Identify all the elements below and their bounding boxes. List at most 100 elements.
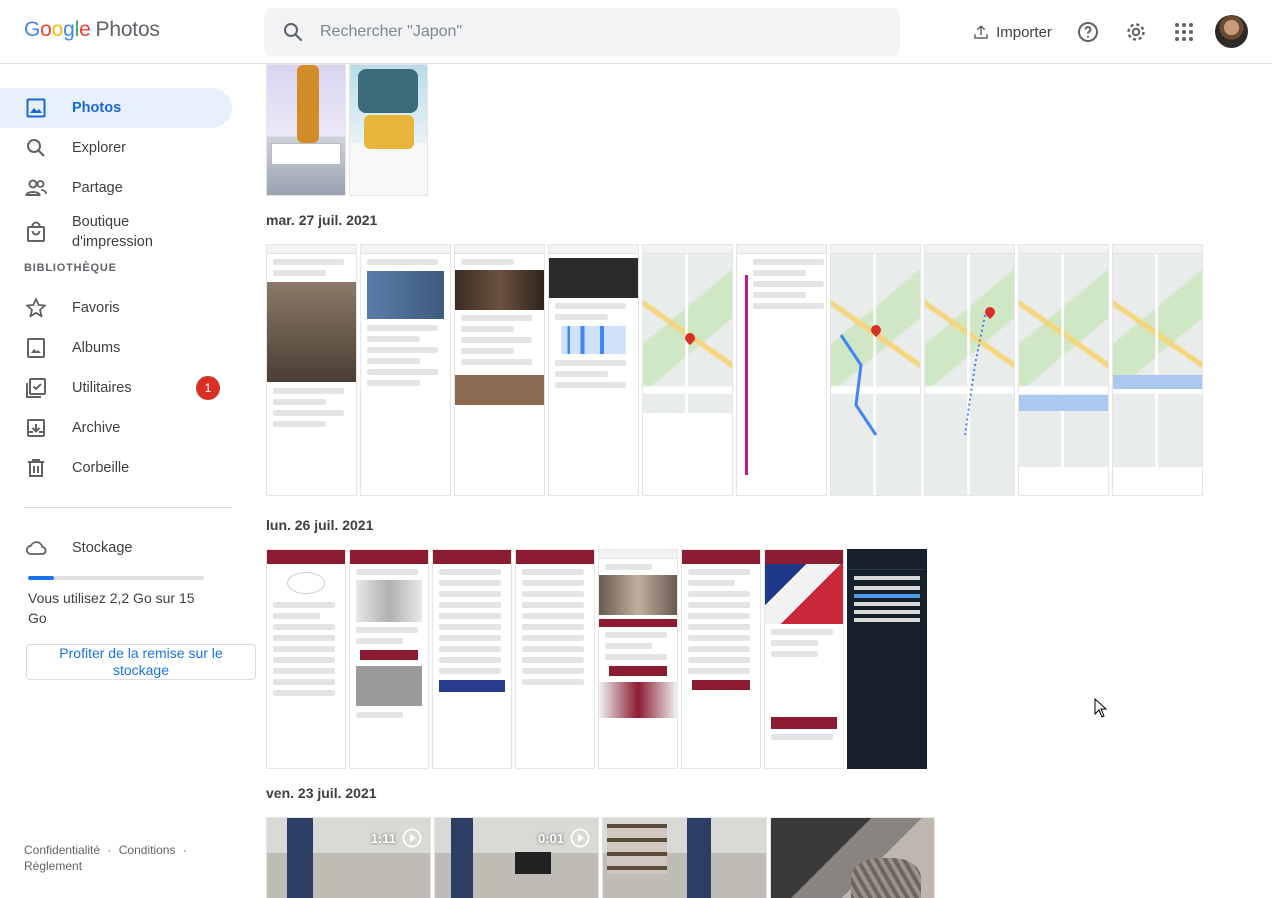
library-heading: BIBLIOTHÈQUE	[24, 262, 117, 274]
sidebar-item-label: Partage	[72, 180, 123, 196]
sidebar-item-label: Utilitaires	[72, 380, 132, 396]
separator: ·	[182, 843, 187, 857]
storage-usage-text: Vous utilisez 2,2 Go sur 15 Go	[28, 590, 195, 626]
settings-button[interactable]	[1116, 12, 1156, 52]
policy-link[interactable]: Règlement	[24, 859, 82, 873]
photos-icon	[26, 98, 46, 118]
import-button[interactable]: Importer	[962, 12, 1062, 52]
photo-thumbnail[interactable]	[349, 64, 428, 196]
top-app-bar: GooglePhotos Importer	[0, 0, 1272, 64]
map-screenshot-thumbnail[interactable]	[1112, 244, 1203, 496]
account-avatar[interactable]	[1215, 15, 1248, 48]
star-icon	[26, 298, 46, 318]
product-name: Photos	[95, 18, 160, 41]
terms-link[interactable]: Conditions	[119, 843, 176, 857]
separator: ·	[107, 843, 112, 857]
notification-badge: 1	[196, 376, 220, 400]
video-duration: 0:01	[538, 828, 590, 848]
photo-thumbnail[interactable]	[770, 817, 935, 898]
apps-button[interactable]	[1164, 12, 1204, 52]
date-header: lun. 26 juil. 2021	[266, 517, 374, 533]
sidebar-item-favorites[interactable]: Favoris	[0, 288, 232, 328]
photo-grid: mar. 27 juil. 2021 lun. 26 juil. 2021 ve…	[256, 64, 1272, 898]
sidebar-item-sharing[interactable]: Partage	[0, 168, 232, 208]
video-duration: 1:11	[371, 828, 422, 848]
mouse-cursor-icon	[1094, 698, 1108, 718]
sidebar-item-storage[interactable]: Stockage	[0, 528, 232, 568]
screenshot-thumbnail[interactable]	[266, 549, 346, 769]
search-icon[interactable]	[281, 20, 305, 44]
google-photos-logo[interactable]: Google Photos	[24, 18, 160, 42]
people-icon	[25, 179, 47, 196]
sidebar-item-albums[interactable]: Albums	[0, 328, 232, 368]
screenshot-thumbnail[interactable]	[847, 549, 927, 769]
utilities-icon	[26, 378, 46, 398]
upload-icon	[974, 25, 988, 39]
search-bar[interactable]	[264, 8, 900, 56]
logo-letter: o	[51, 18, 64, 41]
screenshot-thumbnail[interactable]	[454, 244, 545, 496]
help-button[interactable]	[1068, 12, 1108, 52]
settings-icon	[1127, 23, 1145, 41]
sidebar: Photos Explorer Partage Boutique d'impre…	[0, 64, 256, 898]
sidebar-divider	[24, 507, 232, 508]
video-duration-text: 1:11	[370, 830, 396, 846]
screenshot-thumbnail[interactable]	[681, 549, 761, 769]
logo-letter: o	[40, 18, 52, 41]
screenshot-thumbnail[interactable]	[764, 549, 844, 769]
privacy-link[interactable]: Confidentialité	[24, 843, 100, 857]
archive-icon	[27, 419, 45, 437]
help-icon	[1078, 22, 1098, 42]
sidebar-item-photos[interactable]: Photos	[0, 88, 232, 128]
screenshot-thumbnail[interactable]	[548, 244, 639, 496]
sidebar-item-trash[interactable]: Corbeille	[0, 448, 232, 488]
sidebar-footer: Confidentialité · Conditions · Règlement	[24, 842, 234, 874]
play-icon	[402, 828, 422, 848]
logo-letter: G	[24, 18, 41, 41]
date-header: ven. 23 juil. 2021	[266, 785, 377, 801]
sidebar-item-archive[interactable]: Archive	[0, 408, 232, 448]
screenshot-thumbnail[interactable]	[432, 549, 512, 769]
map-screenshot-thumbnail[interactable]	[924, 244, 1015, 496]
storage-promo-button[interactable]: Profiter de la remise sur le stockage	[26, 644, 256, 680]
sidebar-item-label: Explorer	[72, 140, 126, 156]
video-duration-text: 0:01	[537, 830, 564, 846]
import-label: Importer	[996, 23, 1052, 41]
cloud-icon	[25, 541, 47, 555]
map-screenshot-thumbnail[interactable]	[830, 244, 921, 496]
sidebar-item-utilities[interactable]: Utilitaires 1	[0, 368, 232, 408]
screenshot-thumbnail[interactable]	[349, 549, 429, 769]
apps-icon	[1175, 23, 1193, 41]
screenshot-thumbnail[interactable]	[266, 244, 357, 496]
logo-letter: g	[63, 18, 75, 41]
sidebar-item-label: Corbeille	[72, 460, 130, 476]
storage-usage-bar	[28, 576, 204, 580]
photo-thumbnail[interactable]	[602, 817, 767, 898]
photo-thumbnail[interactable]	[266, 64, 346, 196]
storage-usage-fill	[28, 576, 54, 580]
date-header: mar. 27 juil. 2021	[266, 212, 378, 228]
shopping-bag-icon	[27, 221, 45, 242]
video-thumbnail[interactable]: 1:11	[266, 817, 431, 898]
sidebar-item-label: Boutique d'impression	[72, 214, 153, 250]
logo-letter: e	[79, 18, 91, 41]
map-screenshot-thumbnail[interactable]	[642, 244, 733, 496]
sidebar-item-print-store[interactable]: Boutique d'impression	[0, 208, 232, 256]
sidebar-item-label: Stockage	[72, 540, 133, 556]
sidebar-item-explore[interactable]: Explorer	[0, 128, 232, 168]
sidebar-item-label: Archive	[72, 420, 121, 436]
search-icon	[27, 139, 45, 157]
screenshot-thumbnail[interactable]	[360, 244, 451, 496]
sidebar-item-label: Photos	[72, 100, 122, 116]
video-thumbnail[interactable]: 0:01	[434, 817, 599, 898]
play-icon	[570, 828, 590, 848]
trash-icon	[28, 459, 44, 477]
sidebar-item-label: Albums	[72, 340, 121, 356]
search-input[interactable]	[320, 8, 880, 56]
map-screenshot-thumbnail[interactable]	[1018, 244, 1109, 496]
sidebar-item-label: Favoris	[72, 300, 120, 316]
album-icon	[27, 338, 45, 358]
screenshot-thumbnail[interactable]	[598, 549, 678, 769]
screenshot-thumbnail[interactable]	[515, 549, 595, 769]
screenshot-thumbnail[interactable]	[736, 244, 827, 496]
